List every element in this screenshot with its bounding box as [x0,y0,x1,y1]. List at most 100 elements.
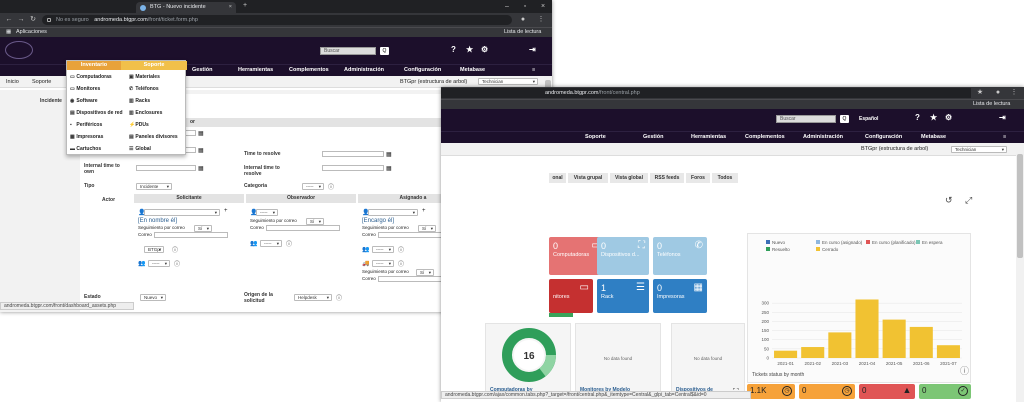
maximize-icon[interactable]: ▫ [516,0,534,13]
fullscreen-icon[interactable]: ⤢ [965,195,972,206]
info-icon[interactable]: ⓘ [286,239,292,248]
menu-dots-icon[interactable]: ⋮ [1009,88,1019,98]
star-icon[interactable]: ★ [930,113,937,122]
group-select[interactable]: ----- [372,246,394,253]
reload-icon[interactable]: ↻ [28,15,38,25]
info-icon[interactable]: ⓘ [336,293,342,302]
menu-dots-icon[interactable]: ⋮ [536,15,546,25]
tile-monitores[interactable]: nitores ▭ [549,279,593,313]
new-tab-icon[interactable]: + [240,1,250,11]
menu-gestion[interactable]: Gestión [192,65,212,76]
reading-list[interactable]: Lista de lectura [973,100,1010,109]
hamburger-icon[interactable]: ≡ [532,65,535,76]
origen-select[interactable]: Helpdesk [294,294,332,301]
tab-vista-global[interactable]: Vista global [610,173,648,183]
crumb-soporte[interactable]: Soporte [32,76,51,88]
group-select[interactable]: ----- [260,240,282,247]
profile-select[interactable]: Technician [478,78,538,85]
omnibox[interactable]: No es seguro andromeda.btgpr.com/front/t… [42,15,512,25]
calendar-icon[interactable]: ▦ [386,151,392,158]
estado-select[interactable]: Nuevo [140,294,166,301]
mini-tile-2[interactable]: 0 ◷ [799,384,855,399]
dd-item-software[interactable]: ◉ Software [70,98,98,104]
date-field-resolve[interactable] [322,151,384,157]
menu-complementos[interactable]: Complementos [745,132,785,143]
tile-impresoras[interactable]: 0 Impresoras ▦ [653,279,707,313]
dd-item-enclosures[interactable]: ▥ Enclosures [129,110,162,116]
info-icon[interactable]: ⓘ [328,182,334,191]
date-field-own[interactable] [136,165,196,171]
side-tab-incidente[interactable]: Incidente [40,98,62,104]
info-icon[interactable]: ⓘ [174,259,180,268]
follow-email-select[interactable]: Sí [418,225,436,232]
star-icon[interactable]: ★ [466,45,473,54]
mini-tile-3[interactable]: 0 ▲ [859,384,915,399]
menu-metabase[interactable]: Metabase [921,132,946,143]
hamburger-icon[interactable]: ≡ [1003,132,1006,143]
follow-email-select[interactable]: Sí [416,269,434,276]
menu-complementos[interactable]: Complementos [289,65,329,76]
dd-item-telefonos[interactable]: ✆ Teléfonos [129,86,159,92]
tile-dispositivos[interactable]: 0 Dispositivos d... ⛶ [597,237,649,275]
info-icon[interactable]: ⓘ [960,364,969,377]
profile-select[interactable]: Technician [951,146,1007,153]
dd-item-materiales[interactable]: ▣ Materiales [129,74,160,80]
search-input[interactable]: Buscar [320,47,376,55]
search-input[interactable]: Buscar [776,115,836,123]
scrollbar[interactable] [1016,150,1024,402]
dd-item-global[interactable]: ☰ Global [129,146,151,152]
tipo-select[interactable]: Incidente [136,183,172,190]
tab-rss-feeds[interactable]: RSS feeds [650,173,684,183]
tab-todos[interactable]: Todos [712,173,738,183]
history-icon[interactable]: ↺ [945,195,953,206]
menu-gestion[interactable]: Gestión [643,132,663,143]
date-field-internal-resolve[interactable] [322,165,384,171]
profile-icon[interactable]: ● [993,88,1003,98]
email-input[interactable] [154,232,228,238]
follow-email-select[interactable]: Sí [306,218,324,225]
menu-administracion[interactable]: Administración [803,132,843,143]
close-icon[interactable]: × [229,2,232,13]
menu-metabase[interactable]: Metabase [460,65,485,76]
calendar-icon[interactable]: ▦ [198,147,204,154]
dd-item-computadoras[interactable]: ▭ Computadoras [70,74,112,80]
entity-select[interactable]: BTGpr [144,246,164,253]
info-icon[interactable]: ⓘ [398,245,404,254]
mini-tile-1[interactable]: 1.1K ◷ [747,384,795,399]
search-button[interactable]: Q [840,115,849,123]
requester-select[interactable] [144,209,220,216]
menu-administracion[interactable]: Administración [344,65,384,76]
tab-foros[interactable]: Foros [686,173,710,183]
minimize-icon[interactable]: – [498,0,516,13]
tab-new-incident[interactable]: BTG - Nuevo incidente × [136,2,236,13]
menu-herramientas[interactable]: Herramientas [691,132,726,143]
info-icon[interactable]: ⓘ [398,259,404,268]
forward-icon[interactable]: → [16,15,26,25]
reading-list[interactable]: Lista de lectura [504,28,541,37]
categoria-select[interactable]: ----- [302,183,324,190]
back-icon[interactable]: ← [4,15,14,25]
dd-item-perifericos[interactable]: ▪ Periféricos [70,122,102,128]
email-input[interactable] [266,225,340,231]
help-icon[interactable]: ? [451,45,456,54]
card-monitores[interactable]: No data found Monitores by Modelo [575,323,661,395]
menu-herramientas[interactable]: Herramientas [238,65,273,76]
card-computadoras[interactable]: 16 Computadoras by [485,323,571,395]
logout-icon[interactable]: ⇥ [529,45,536,54]
calendar-icon[interactable]: ▦ [198,130,204,137]
supplier-select[interactable]: ----- [372,260,394,267]
tile-rack[interactable]: 1 Rack ☰ [597,279,649,313]
star-icon[interactable]: ★ [975,88,985,98]
follow-email-select[interactable]: Sí [194,225,212,232]
dd-item-cartuchos[interactable]: ▬ Cartuchos [70,146,101,152]
entity-label[interactable]: BTGpr (estructura de arbol) [861,143,928,155]
help-icon[interactable]: ? [915,113,920,122]
logout-icon[interactable]: ⇥ [999,113,1006,122]
mini-tile-4[interactable]: 0 ✓ [919,384,971,399]
scroll-thumb[interactable] [1017,154,1023,258]
search-button[interactable]: Q [380,47,389,55]
tab-vista-grupal[interactable]: Vista grupal [568,173,608,183]
assignee-select[interactable] [368,209,418,216]
extensions-icon[interactable]: ● [518,15,528,25]
dd-item-impresoras[interactable]: ▦ Impresoras [70,134,103,140]
